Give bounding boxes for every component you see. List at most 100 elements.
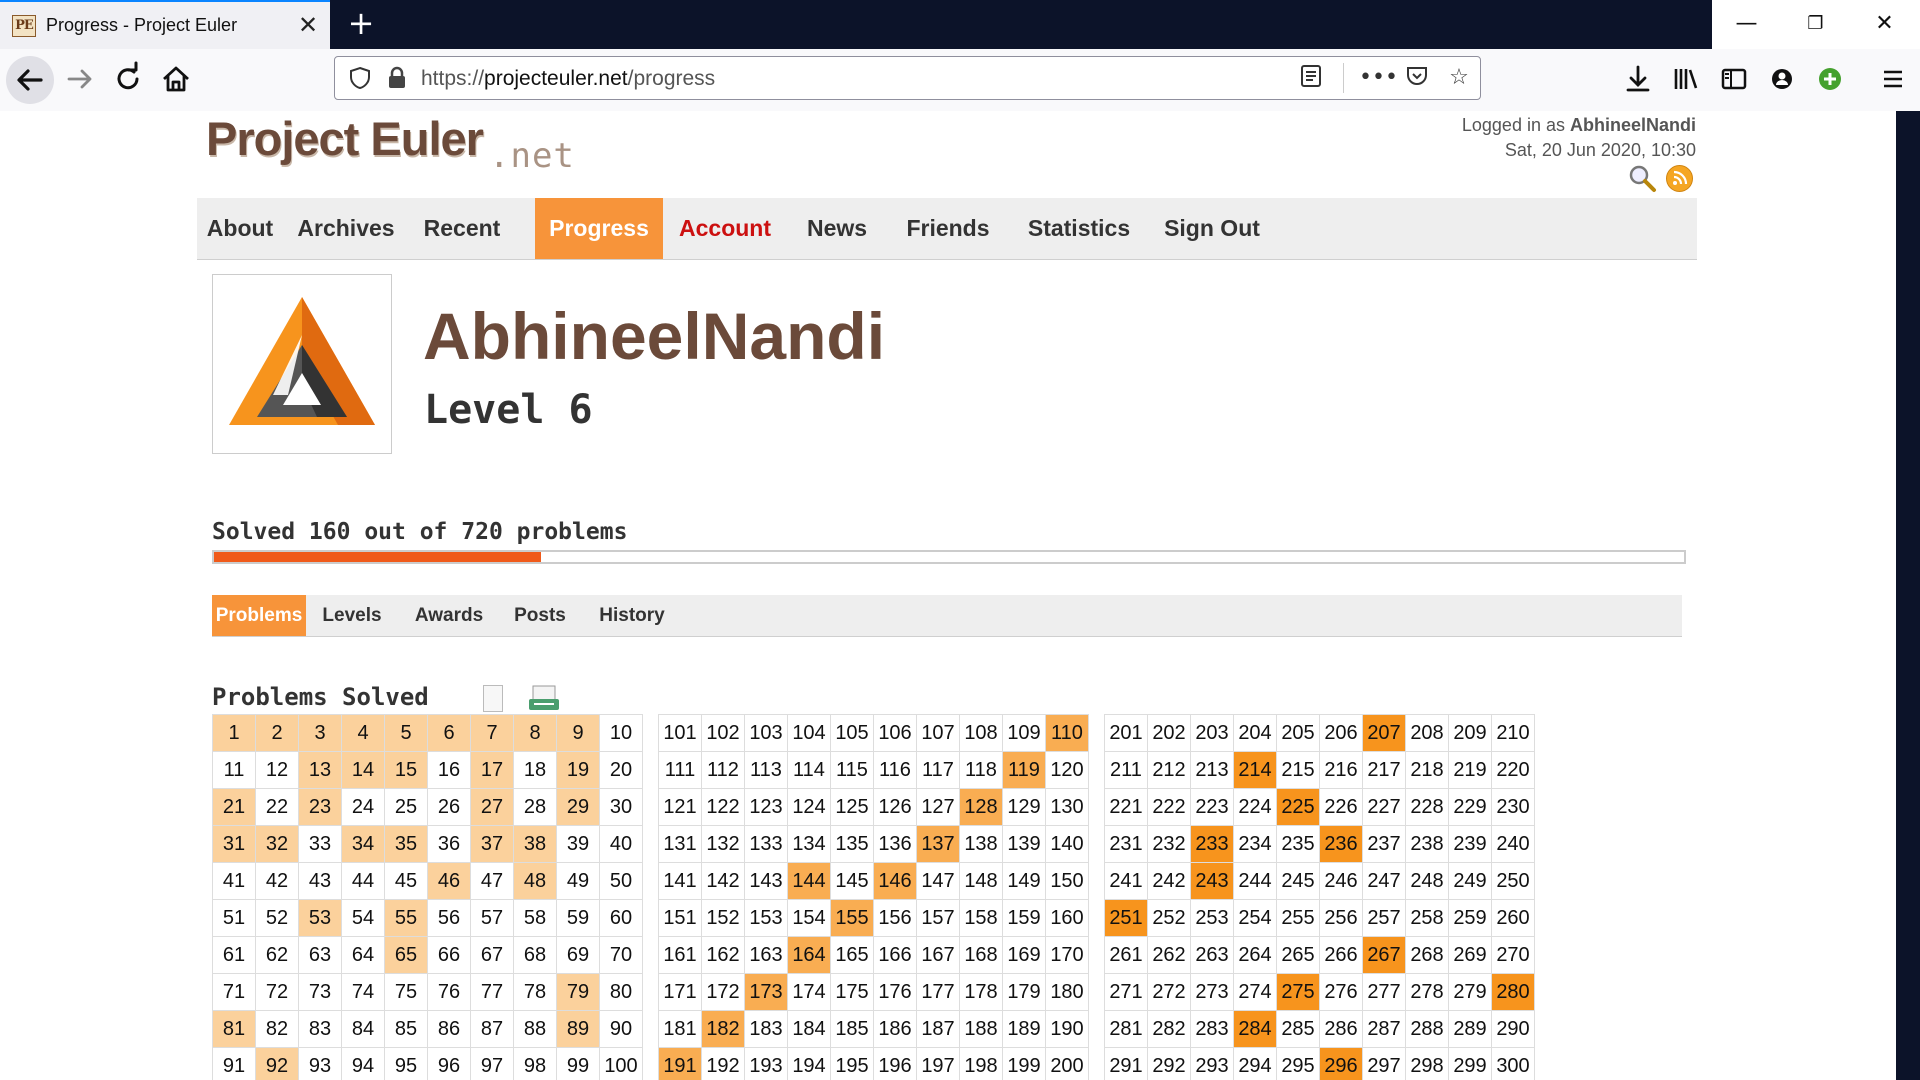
problem-cell[interactable]: 95 xyxy=(384,1047,428,1080)
problem-cell[interactable]: 165 xyxy=(830,936,874,974)
problem-cell[interactable]: 92 xyxy=(255,1047,299,1080)
problem-cell[interactable]: 230 xyxy=(1491,788,1535,826)
problem-cell[interactable]: 69 xyxy=(556,936,600,974)
problem-cell[interactable]: 209 xyxy=(1448,714,1492,752)
problem-cell[interactable]: 257 xyxy=(1362,899,1406,937)
problem-cell[interactable]: 23 xyxy=(298,788,342,826)
problem-cell[interactable]: 76 xyxy=(427,973,471,1011)
problem-cell[interactable]: 215 xyxy=(1276,751,1320,789)
problem-cell[interactable]: 225 xyxy=(1276,788,1320,826)
problem-cell[interactable]: 145 xyxy=(830,862,874,900)
problem-cell[interactable]: 232 xyxy=(1147,825,1191,863)
problem-cell[interactable]: 100 xyxy=(599,1047,643,1080)
problem-cell[interactable]: 169 xyxy=(1002,936,1046,974)
problem-cell[interactable]: 14 xyxy=(341,751,385,789)
problem-cell[interactable]: 298 xyxy=(1405,1047,1449,1080)
problem-cell[interactable]: 120 xyxy=(1045,751,1089,789)
problem-cell[interactable]: 287 xyxy=(1362,1010,1406,1048)
problem-cell[interactable]: 204 xyxy=(1233,714,1277,752)
problem-cell[interactable]: 112 xyxy=(701,751,745,789)
problem-cell[interactable]: 296 xyxy=(1319,1047,1363,1080)
problem-cell[interactable]: 56 xyxy=(427,899,471,937)
reader-view-icon[interactable] xyxy=(1295,63,1327,93)
problem-cell[interactable]: 127 xyxy=(916,788,960,826)
problem-cell[interactable]: 157 xyxy=(916,899,960,937)
problem-cell[interactable]: 57 xyxy=(470,899,514,937)
problem-cell[interactable]: 28 xyxy=(513,788,557,826)
problem-cell[interactable]: 9 xyxy=(556,714,600,752)
problem-cell[interactable]: 109 xyxy=(1002,714,1046,752)
problem-cell[interactable]: 160 xyxy=(1045,899,1089,937)
problem-cell[interactable]: 91 xyxy=(212,1047,256,1080)
problem-cell[interactable]: 223 xyxy=(1190,788,1234,826)
problem-cell[interactable]: 55 xyxy=(384,899,428,937)
problem-cell[interactable]: 136 xyxy=(873,825,917,863)
problem-cell[interactable]: 195 xyxy=(830,1047,874,1080)
problem-cell[interactable]: 73 xyxy=(298,973,342,1011)
back-button[interactable] xyxy=(6,56,54,104)
problem-cell[interactable]: 15 xyxy=(384,751,428,789)
problem-cell[interactable]: 103 xyxy=(744,714,788,752)
problem-cell[interactable]: 85 xyxy=(384,1010,428,1048)
problem-cell[interactable]: 249 xyxy=(1448,862,1492,900)
problem-cell[interactable]: 138 xyxy=(959,825,1003,863)
problem-cell[interactable]: 273 xyxy=(1190,973,1234,1011)
problem-cell[interactable]: 41 xyxy=(212,862,256,900)
problem-cell[interactable]: 35 xyxy=(384,825,428,863)
problem-cell[interactable]: 130 xyxy=(1045,788,1089,826)
problem-cell[interactable]: 244 xyxy=(1233,862,1277,900)
problem-cell[interactable]: 89 xyxy=(556,1010,600,1048)
problem-cell[interactable]: 201 xyxy=(1104,714,1148,752)
pocket-icon[interactable] xyxy=(1401,63,1433,93)
problem-cell[interactable]: 212 xyxy=(1147,751,1191,789)
problem-cell[interactable]: 255 xyxy=(1276,899,1320,937)
problem-cell[interactable]: 228 xyxy=(1405,788,1449,826)
menu-friends[interactable]: Friends xyxy=(887,198,1009,259)
home-button[interactable] xyxy=(156,59,196,99)
problem-cell[interactable]: 90 xyxy=(599,1010,643,1048)
problem-cell[interactable]: 131 xyxy=(658,825,702,863)
problem-cell[interactable]: 205 xyxy=(1276,714,1320,752)
rss-icon[interactable] xyxy=(1666,165,1693,192)
problem-cell[interactable]: 210 xyxy=(1491,714,1535,752)
problem-cell[interactable]: 1 xyxy=(212,714,256,752)
problem-cell[interactable]: 262 xyxy=(1147,936,1191,974)
problem-cell[interactable]: 275 xyxy=(1276,973,1320,1011)
problem-cell[interactable]: 26 xyxy=(427,788,471,826)
problem-cell[interactable]: 49 xyxy=(556,862,600,900)
problem-cell[interactable]: 254 xyxy=(1233,899,1277,937)
tab-close-icon[interactable]: ✕ xyxy=(294,11,322,39)
problem-cell[interactable]: 289 xyxy=(1448,1010,1492,1048)
subtab-awards[interactable]: Awards xyxy=(398,595,500,636)
problem-cell[interactable]: 233 xyxy=(1190,825,1234,863)
problem-cell[interactable]: 81 xyxy=(212,1010,256,1048)
menu-recent[interactable]: Recent xyxy=(409,198,515,259)
problem-cell[interactable]: 186 xyxy=(873,1010,917,1048)
problem-cell[interactable]: 58 xyxy=(513,899,557,937)
problem-cell[interactable]: 277 xyxy=(1362,973,1406,1011)
problem-cell[interactable]: 231 xyxy=(1104,825,1148,863)
problem-cell[interactable]: 43 xyxy=(298,862,342,900)
problem-cell[interactable]: 175 xyxy=(830,973,874,1011)
problem-cell[interactable]: 162 xyxy=(701,936,745,974)
problem-cell[interactable]: 135 xyxy=(830,825,874,863)
problem-cell[interactable]: 171 xyxy=(658,973,702,1011)
problem-cell[interactable]: 21 xyxy=(212,788,256,826)
problem-cell[interactable]: 20 xyxy=(599,751,643,789)
document-icon[interactable] xyxy=(483,685,503,712)
problem-cell[interactable]: 184 xyxy=(787,1010,831,1048)
problem-cell[interactable]: 67 xyxy=(470,936,514,974)
problem-cell[interactable]: 196 xyxy=(873,1047,917,1080)
problem-cell[interactable]: 111 xyxy=(658,751,702,789)
problem-cell[interactable]: 281 xyxy=(1104,1010,1148,1048)
problem-cell[interactable]: 237 xyxy=(1362,825,1406,863)
problem-cell[interactable]: 278 xyxy=(1405,973,1449,1011)
new-tab-button[interactable]: + xyxy=(344,6,378,40)
problem-cell[interactable]: 280 xyxy=(1491,973,1535,1011)
menu-sign-out[interactable]: Sign Out xyxy=(1149,198,1275,259)
problem-cell[interactable]: 156 xyxy=(873,899,917,937)
problem-cell[interactable]: 107 xyxy=(916,714,960,752)
problem-cell[interactable]: 297 xyxy=(1362,1047,1406,1080)
problem-cell[interactable]: 182 xyxy=(701,1010,745,1048)
problem-cell[interactable]: 93 xyxy=(298,1047,342,1080)
